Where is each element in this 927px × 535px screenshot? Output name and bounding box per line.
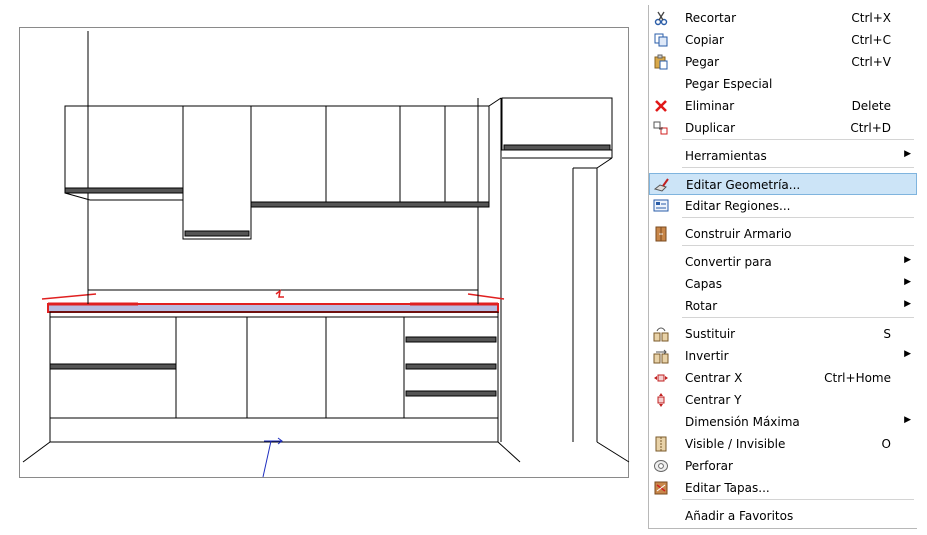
menu-item-shortcut: S (883, 327, 891, 341)
menu-item-label: Añadir a Favoritos (685, 509, 794, 523)
center-y-icon (653, 392, 669, 408)
menu-item-anadir-a-favoritos[interactable]: Añadir a Favoritos (649, 505, 917, 527)
submenu-arrow-icon: ▶ (904, 255, 911, 265)
menu-item-dimension-maxima[interactable]: Dimensión Máxima ▶ (649, 411, 917, 433)
menu-item-pegar[interactable]: Pegar Ctrl+V (649, 51, 917, 73)
menu-item-sustituir[interactable]: Sustituir S (649, 323, 917, 345)
menu-item-label: Visible / Invisible (685, 437, 786, 451)
edit-geometry-icon (653, 177, 670, 193)
paste-icon (653, 54, 669, 70)
menu-item-shortcut: O (881, 437, 891, 451)
cabinet-icon (653, 226, 669, 242)
copy-icon (653, 32, 669, 48)
floor-left-line (22, 441, 51, 463)
menu-item-construir-armario[interactable]: Construir Armario (649, 223, 917, 245)
menu-item-shortcut: Ctrl+Home (824, 371, 891, 385)
menu-item-shortcut: Delete (851, 99, 891, 113)
menu-item-capas[interactable]: Capas ▶ (649, 273, 917, 295)
menu-item-label: Invertir (685, 349, 729, 363)
submenu-arrow-icon: ▶ (904, 277, 911, 287)
menu-item-label: Convertir para (685, 255, 772, 269)
menu-separator (682, 317, 914, 318)
submenu-arrow-icon: ▶ (904, 349, 911, 359)
menu-item-centrar-x[interactable]: Centrar X Ctrl+Home (649, 367, 917, 389)
menu-item-label: Duplicar (685, 121, 736, 135)
menu-item-label: Herramientas (685, 149, 767, 163)
menu-separator (682, 499, 914, 500)
menu-item-editar-regiones[interactable]: Editar Regiones... (649, 195, 917, 217)
base-cabinets (49, 311, 499, 443)
menu-item-herramientas[interactable]: Herramientas ▶ (649, 145, 917, 167)
menu-separator (682, 139, 914, 140)
center-x-icon (653, 370, 669, 386)
scissors-icon (653, 10, 669, 26)
menu-item-label: Capas (685, 277, 722, 291)
drill-icon (653, 458, 669, 474)
menu-item-label: Editar Tapas... (685, 481, 770, 495)
menu-item-centrar-y[interactable]: Centrar Y (649, 389, 917, 411)
menu-item-label: Perforar (685, 459, 733, 473)
edit-covers-icon (653, 480, 669, 496)
invert-icon (653, 348, 669, 364)
menu-item-eliminar[interactable]: Eliminar Delete (649, 95, 917, 117)
menu-item-label: Pegar Especial (685, 77, 773, 91)
menu-item-label: Editar Geometría... (686, 178, 801, 192)
duplicate-icon (653, 120, 669, 136)
submenu-arrow-icon: ▶ (904, 149, 911, 159)
menu-item-label: Rotar (685, 299, 718, 313)
axis-indicator (262, 437, 283, 478)
menu-item-label: Sustituir (685, 327, 736, 341)
submenu-arrow-icon: ▶ (904, 415, 911, 425)
menu-item-copiar[interactable]: Copiar Ctrl+C (649, 29, 917, 51)
menu-item-pegar-especial[interactable]: Pegar Especial (649, 73, 917, 95)
menu-separator (682, 245, 914, 246)
menu-item-shortcut: Ctrl+D (850, 121, 891, 135)
menu-item-convertir-para[interactable]: Convertir para ▶ (649, 251, 917, 273)
kitchen-elevation-drawing[interactable] (20, 28, 630, 479)
menu-item-rotar[interactable]: Rotar ▶ (649, 295, 917, 317)
menu-item-label: Centrar Y (685, 393, 742, 407)
upper-cabinets (64, 97, 502, 240)
submenu-arrow-icon: ▶ (904, 299, 911, 309)
menu-item-shortcut: Ctrl+X (851, 11, 891, 25)
menu-separator (682, 167, 914, 168)
menu-item-perforar[interactable]: Perforar (649, 455, 917, 477)
visibility-icon (653, 436, 669, 452)
menu-item-label: Centrar X (685, 371, 743, 385)
drawing-viewport[interactable] (19, 27, 630, 479)
substitute-icon (653, 326, 669, 342)
menu-item-label: Pegar (685, 55, 720, 69)
tall-cabinet (500, 97, 613, 442)
menu-item-invertir[interactable]: Invertir ▶ (649, 345, 917, 367)
delete-x-icon (653, 98, 669, 114)
menu-item-visible-invisible[interactable]: Visible / Invisible O (649, 433, 917, 455)
menu-separator (682, 217, 914, 218)
context-menu: Recortar Ctrl+X Copiar Ctrl+C Pegar Ctrl+V Peg… (648, 5, 917, 529)
menu-item-label: Recortar (685, 11, 737, 25)
menu-item-editar-tapas[interactable]: Editar Tapas... (649, 477, 917, 499)
menu-item-label: Editar Regiones... (685, 199, 791, 213)
menu-item-label: Eliminar (685, 99, 735, 113)
menu-item-label: Construir Armario (685, 227, 792, 241)
menu-item-duplicar[interactable]: Duplicar Ctrl+D (649, 117, 917, 139)
menu-item-label: Dimensión Máxima (685, 415, 800, 429)
menu-item-editar-geometria[interactable]: Editar Geometría... (649, 173, 917, 195)
edit-regions-icon (653, 198, 669, 214)
menu-item-shortcut: Ctrl+V (851, 55, 891, 69)
menu-item-shortcut: Ctrl+C (851, 33, 891, 47)
menu-item-label: Copiar (685, 33, 724, 47)
countertop (41, 289, 505, 313)
menu-item-recortar[interactable]: Recortar Ctrl+X (649, 7, 917, 29)
